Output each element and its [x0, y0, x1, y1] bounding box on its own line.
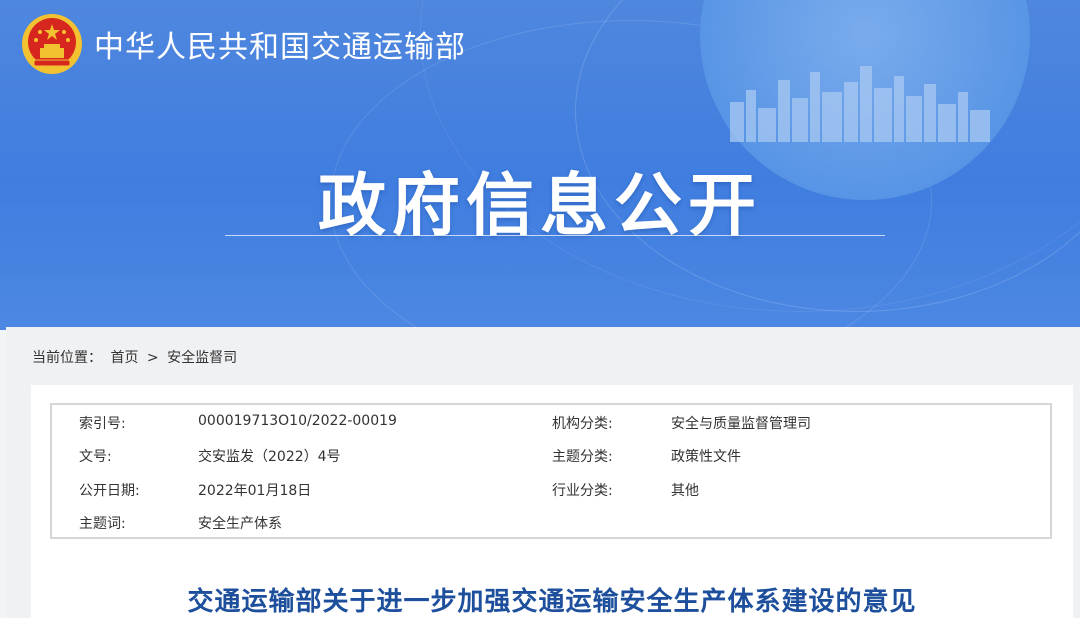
- meta-row: 公开日期: 2022年01月18日 行业分类: 其他: [52, 472, 1050, 506]
- page: 中华人民共和国交通运输部 政府信息公开 当前位置： 首页 > 安全监督司 索引号…: [0, 0, 1080, 618]
- site-title[interactable]: 中华人民共和国交通运输部: [94, 22, 466, 66]
- city-skyline-icon: [730, 66, 990, 142]
- document-meta-table: 索引号: 000019713O10/2022-00019 机构分类: 安全与质量…: [50, 403, 1052, 539]
- content-panel: 当前位置： 首页 > 安全监督司 索引号: 000019713O10/2022-…: [6, 327, 1080, 618]
- meta-label-index: 索引号:: [79, 416, 126, 432]
- meta-value-industry: 其他: [671, 483, 699, 499]
- meta-label-docno: 文号:: [79, 449, 112, 465]
- meta-row: 文号: 交安监发（2022）4号 主题分类: 政策性文件: [52, 438, 1050, 472]
- meta-label-industry: 行业分类:: [552, 483, 613, 499]
- meta-label-keywords: 主题词:: [79, 516, 126, 532]
- national-emblem-icon: [22, 14, 82, 74]
- document-title: 交通运输部关于进一步加强交通运输安全生产体系建设的意见: [187, 587, 917, 617]
- meta-label-topic: 主题分类:: [552, 449, 613, 465]
- meta-value-docno: 交安监发（2022）4号: [198, 449, 341, 465]
- meta-value-date: 2022年01月18日: [198, 483, 312, 499]
- banner: 中华人民共和国交通运输部 政府信息公开: [0, 0, 1080, 330]
- breadcrumb-separator: >: [146, 350, 159, 366]
- meta-label-date: 公开日期:: [79, 483, 140, 499]
- breadcrumb-current-link[interactable]: 安全监督司: [167, 350, 237, 366]
- meta-row: 索引号: 000019713O10/2022-00019 机构分类: 安全与质量…: [52, 405, 1050, 439]
- breadcrumb: 当前位置： 首页 > 安全监督司: [32, 347, 241, 367]
- meta-row: 主题词: 安全生产体系: [52, 505, 1050, 539]
- title-divider: [225, 235, 885, 236]
- article-container: 索引号: 000019713O10/2022-00019 机构分类: 安全与质量…: [31, 385, 1073, 618]
- meta-value-keywords: 安全生产体系: [198, 516, 282, 532]
- breadcrumb-home-link[interactable]: 首页: [110, 350, 138, 366]
- breadcrumb-label: 当前位置：: [32, 350, 102, 366]
- meta-value-topic: 政策性文件: [671, 449, 741, 465]
- meta-value-org: 安全与质量监督管理司: [671, 416, 811, 432]
- meta-label-org: 机构分类:: [552, 416, 613, 432]
- meta-value-index: 000019713O10/2022-00019: [198, 413, 397, 429]
